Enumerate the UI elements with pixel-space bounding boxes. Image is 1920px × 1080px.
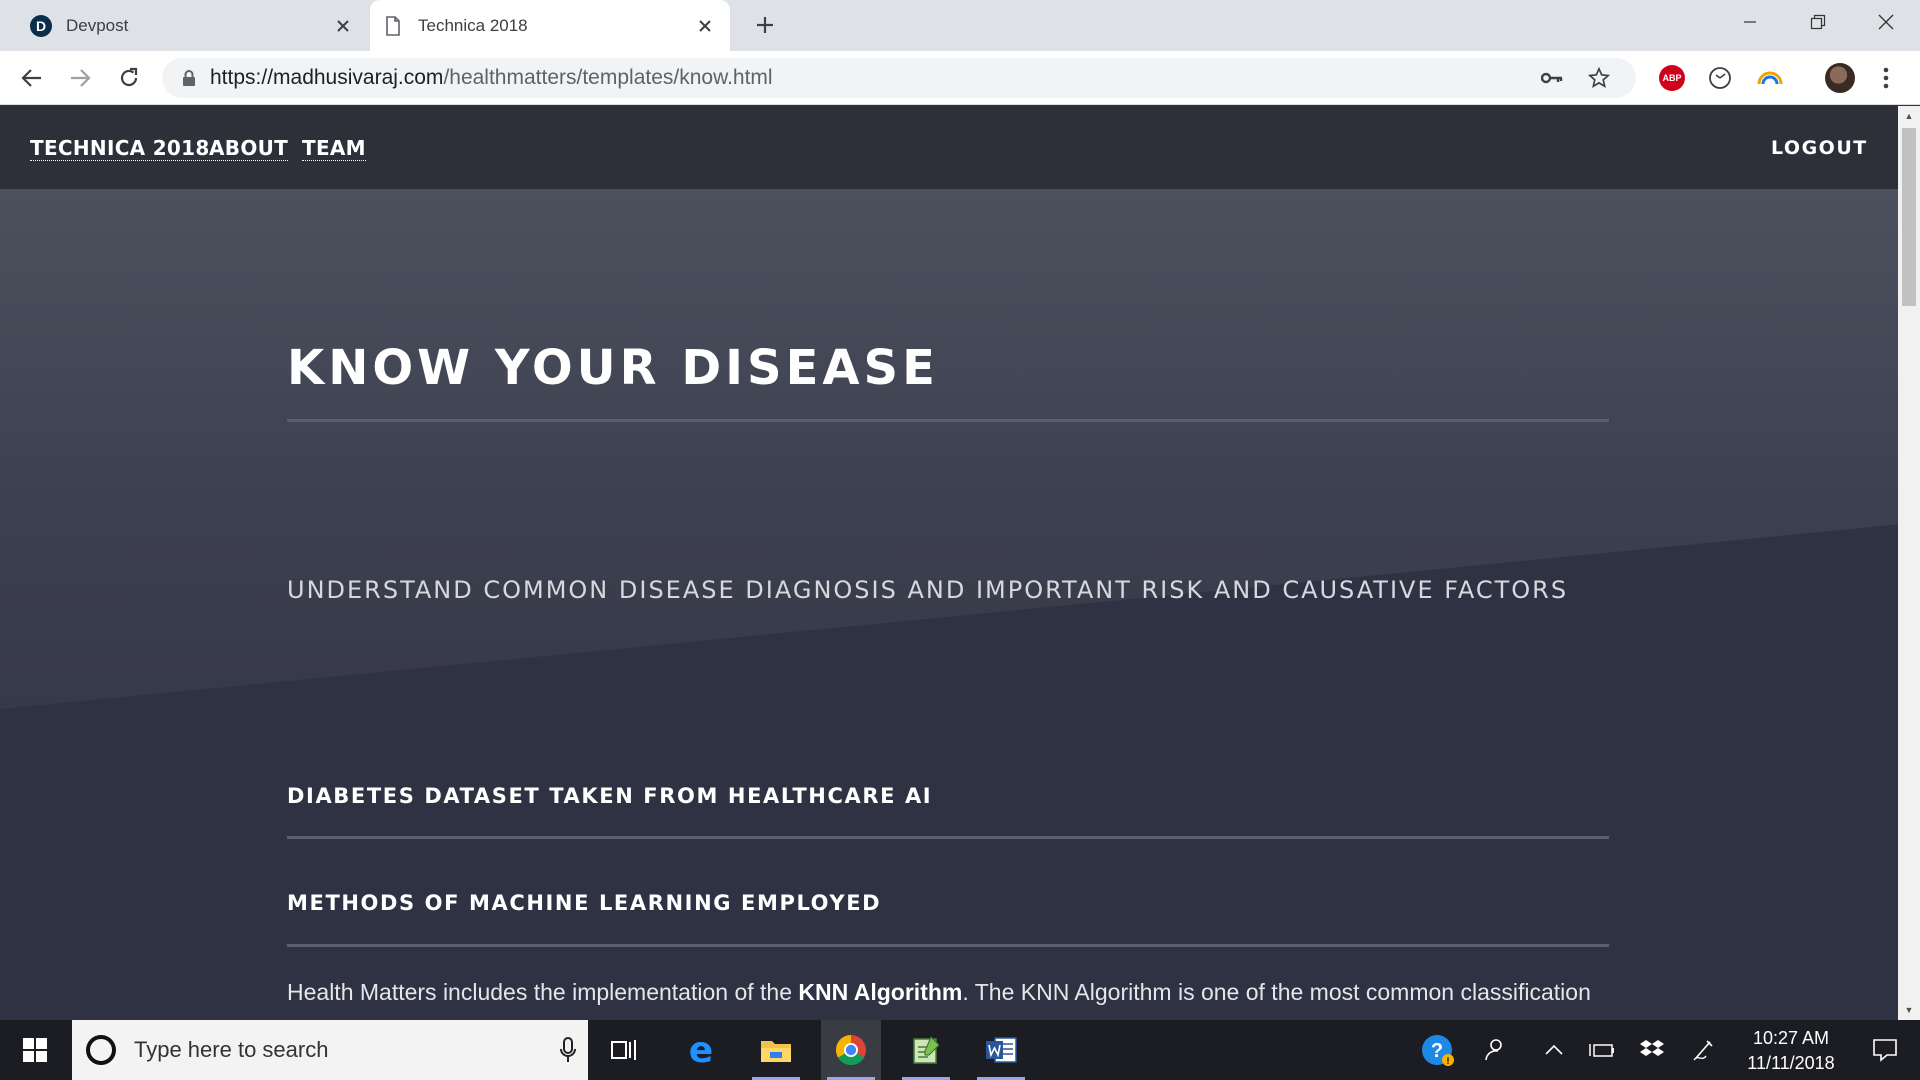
page-scrollbar[interactable]: ▲ ▼ (1898, 106, 1920, 1020)
reload-icon[interactable] (113, 62, 145, 94)
windows-taskbar: Type here to search e ?! 10:27 AM 11/11/… (0, 1020, 1920, 1080)
methods-paragraph: Health Matters includes the implementati… (287, 972, 1617, 1012)
paragraph-rest: . The KNN Algorithm is one of the most c… (962, 979, 1591, 1005)
restore-icon[interactable] (1784, 0, 1852, 44)
profile-avatar[interactable] (1824, 62, 1856, 94)
browser-toolbar: https://madhusivaraj.com/healthmatters/t… (0, 51, 1920, 105)
scroll-up-arrow-icon[interactable]: ▲ (1898, 106, 1920, 126)
notepad-app-icon[interactable] (896, 1020, 956, 1080)
battery-icon[interactable] (1580, 1020, 1624, 1080)
title-divider (287, 419, 1609, 422)
hero-banner (0, 189, 1898, 709)
show-hidden-icons-chevron-icon[interactable] (1532, 1020, 1576, 1080)
clock-extension-icon[interactable] (1706, 64, 1734, 92)
url-host: https://madhusivaraj.com (210, 66, 444, 89)
tab-title: Technica 2018 (418, 15, 528, 35)
taskbar-clock[interactable]: 10:27 AM 11/11/2018 (1736, 1026, 1846, 1076)
url-path: /healthmatters/templates/know.html (443, 66, 773, 89)
search-placeholder: Type here to search (134, 1037, 329, 1062)
nav-team-link[interactable]: TEAM (302, 136, 366, 161)
window-controls (1716, 0, 1920, 44)
key-icon[interactable] (1540, 66, 1564, 90)
svg-text:?: ? (1431, 1040, 1443, 1062)
dropbox-icon[interactable] (1630, 1020, 1674, 1080)
minimize-icon[interactable] (1716, 0, 1784, 44)
task-view-icon[interactable] (594, 1020, 654, 1080)
nav-logout-link[interactable]: LOGOUT (1771, 136, 1868, 160)
page-subtitle: UNDERSTAND COMMON DISEASE DIAGNOSIS AND … (287, 576, 1569, 604)
cortana-ring-icon (86, 1035, 116, 1065)
scrollbar-thumb[interactable] (1902, 128, 1916, 306)
url-text: https://madhusivaraj.com/healthmatters/t… (210, 66, 773, 90)
clock-date: 11/11/2018 (1747, 1053, 1835, 1073)
back-arrow-icon[interactable] (16, 62, 48, 94)
bookmark-star-icon[interactable] (1587, 66, 1611, 90)
help-icon[interactable]: ?! (1410, 1020, 1466, 1080)
page-icon (382, 15, 404, 37)
rainbow-extension-icon[interactable] (1756, 64, 1784, 92)
browser-tab-strip: D Devpost Technica 2018 (0, 0, 1920, 51)
file-explorer-icon[interactable] (746, 1020, 806, 1080)
tab-technica[interactable]: Technica 2018 (370, 0, 730, 51)
adblock-plus-icon[interactable]: ABP (1658, 64, 1686, 92)
windows-start-icon[interactable] (0, 1020, 70, 1080)
clock-time: 10:27 AM (1752, 1028, 1830, 1048)
forward-arrow-icon[interactable] (64, 62, 96, 94)
scroll-down-arrow-icon[interactable]: ▼ (1898, 1000, 1920, 1020)
section-title-dataset: DIABETES DATASET TAKEN FROM HEALTHCARE A… (287, 784, 933, 808)
action-center-icon[interactable] (1850, 1020, 1920, 1080)
word-icon[interactable] (971, 1020, 1031, 1080)
page-viewport: TECHNICA 2018 ABOUT TEAM LOGOUT KNOW YOU… (0, 106, 1898, 1020)
page-title: KNOW YOUR DISEASE (287, 340, 939, 396)
close-tab-icon[interactable] (328, 11, 358, 41)
people-icon[interactable] (1472, 1020, 1516, 1080)
tab-devpost[interactable]: D Devpost (18, 0, 368, 51)
abp-label: ABP (1659, 65, 1685, 91)
nav-brand-link[interactable]: TECHNICA 2018 (30, 136, 210, 161)
edge-browser-icon[interactable]: e (671, 1020, 731, 1080)
taskbar-search-box[interactable]: Type here to search (72, 1020, 588, 1080)
site-navbar: TECHNICA 2018 ABOUT TEAM LOGOUT (0, 106, 1898, 189)
chrome-icon[interactable] (821, 1020, 881, 1080)
devpost-logo-icon: D (30, 14, 52, 37)
section-divider (287, 836, 1609, 839)
tab-title: Devpost (66, 15, 129, 35)
nav-about-link[interactable]: ABOUT (209, 136, 289, 161)
microphone-icon[interactable] (548, 1037, 588, 1063)
close-tab-icon[interactable] (690, 11, 720, 41)
section-title-methods: METHODS OF MACHINE LEARNING EMPLOYED (287, 891, 882, 915)
menu-kebab-icon[interactable] (1872, 64, 1900, 92)
svg-text:!: ! (1447, 1056, 1450, 1066)
address-bar[interactable]: https://madhusivaraj.com/healthmatters/t… (162, 58, 1636, 98)
lock-icon[interactable] (180, 69, 198, 87)
new-tab-plus-icon[interactable] (748, 8, 782, 42)
close-window-icon[interactable] (1852, 0, 1920, 44)
paragraph-highlight: KNN Algorithm (798, 979, 963, 1005)
pen-ink-icon[interactable] (1682, 1020, 1726, 1080)
section-divider (287, 944, 1609, 947)
paragraph-intro: Health Matters includes the implementati… (287, 979, 799, 1005)
